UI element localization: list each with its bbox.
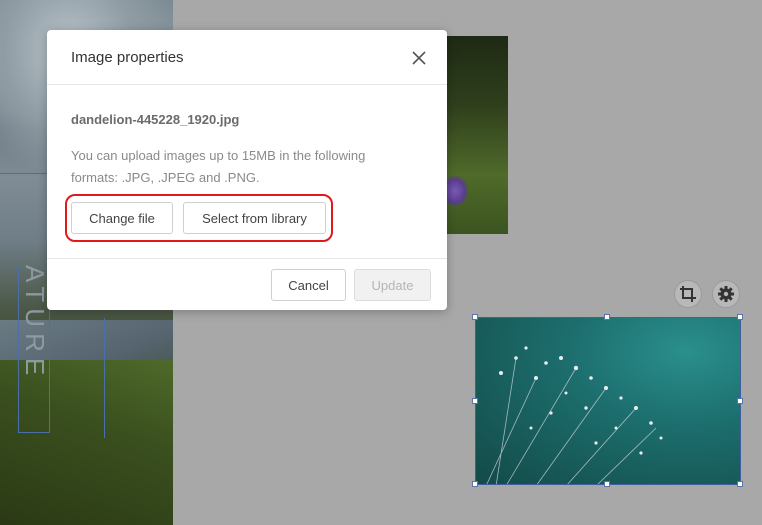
resize-handle[interactable] xyxy=(604,481,610,487)
dialog-header: Image properties xyxy=(47,30,447,85)
purple-flower xyxy=(446,176,468,206)
crop-icon xyxy=(680,286,696,302)
cancel-button[interactable]: Cancel xyxy=(271,269,346,301)
guide-line xyxy=(104,318,105,438)
resize-handle[interactable] xyxy=(737,398,743,404)
gear-icon xyxy=(718,286,734,302)
dialog-title: Image properties xyxy=(71,49,184,66)
resize-handle[interactable] xyxy=(472,314,478,320)
settings-button[interactable] xyxy=(712,280,740,308)
guide-line xyxy=(0,173,50,174)
resize-handle[interactable] xyxy=(604,314,610,320)
change-file-button[interactable]: Change file xyxy=(71,202,173,234)
dandelion-image[interactable] xyxy=(475,317,741,485)
resize-handle[interactable] xyxy=(737,481,743,487)
flower-photo xyxy=(446,36,508,234)
close-button[interactable] xyxy=(407,46,431,70)
resize-handle[interactable] xyxy=(472,398,478,404)
vertical-heading-text: ATURE xyxy=(20,265,50,382)
update-button[interactable]: Update xyxy=(354,269,431,301)
select-from-library-button[interactable]: Select from library xyxy=(183,202,326,234)
crop-button[interactable] xyxy=(674,280,702,308)
file-name: dandelion-445228_1920.jpg xyxy=(71,112,240,127)
upload-help-text: You can upload images up to 15MB in the … xyxy=(71,148,366,185)
dandelion-seeds xyxy=(486,346,663,484)
resize-handle[interactable] xyxy=(472,481,478,487)
close-icon xyxy=(412,51,426,65)
resize-handle[interactable] xyxy=(737,314,743,320)
image-properties-dialog: Image properties dandelion-445228_1920.j… xyxy=(47,30,447,310)
